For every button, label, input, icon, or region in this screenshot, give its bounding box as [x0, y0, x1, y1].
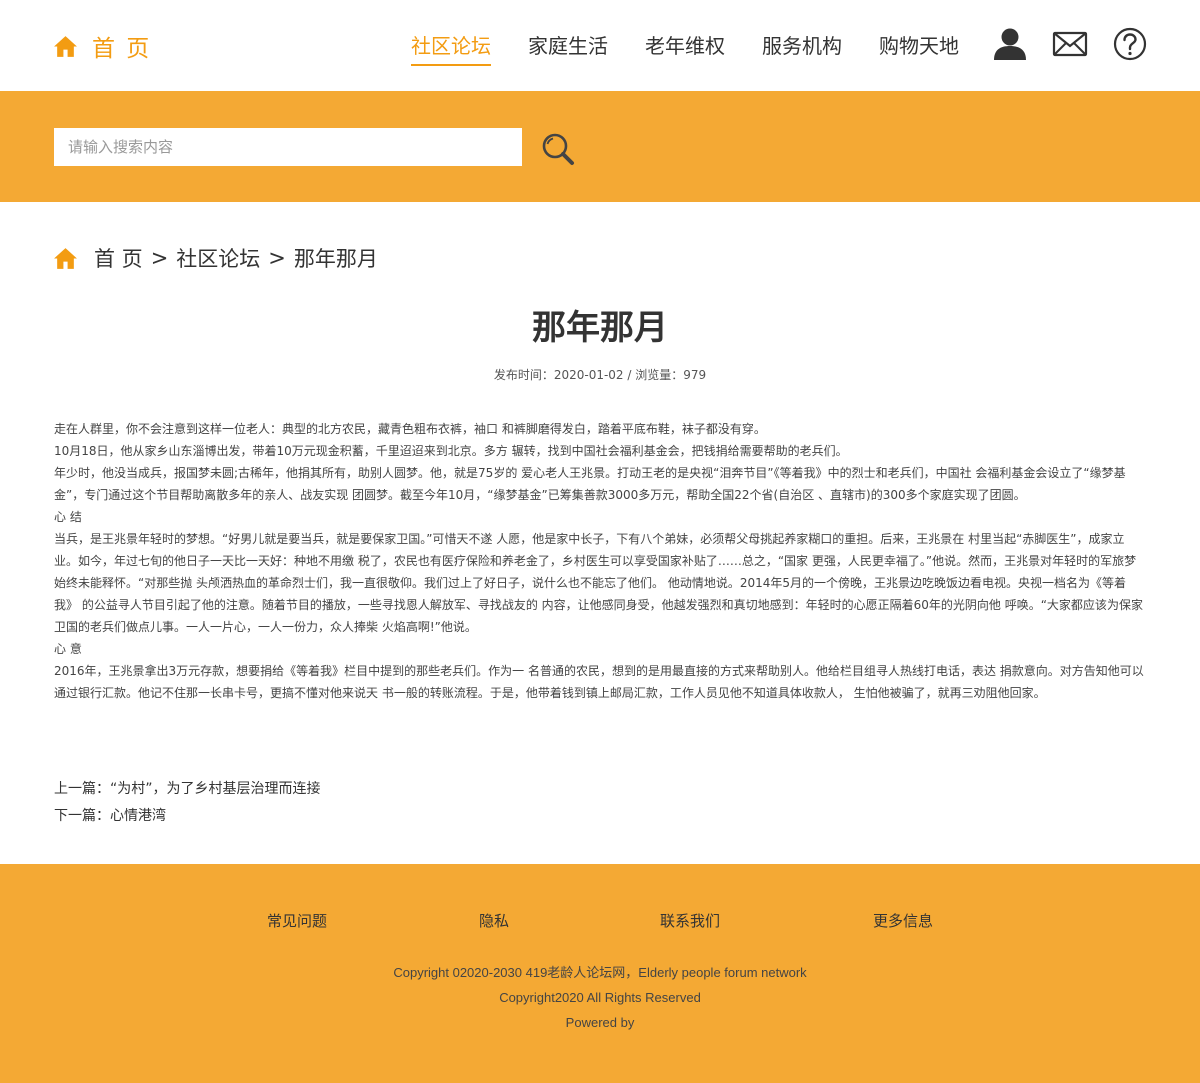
home-icon	[54, 35, 77, 57]
search-input[interactable]	[54, 128, 522, 166]
breadcrumb-separator: >	[268, 246, 286, 270]
footer-links: 常见问题 隐私 联系我们 更多信息	[0, 910, 1200, 934]
nav-item-elderly-rights[interactable]: 老年维权	[645, 30, 725, 66]
nav-item-community-forum[interactable]: 社区论坛	[411, 30, 491, 66]
page-footer: 常见问题 隐私 联系我们 更多信息 Copyright 02020-2030 4…	[0, 864, 1200, 1083]
breadcrumb-current: 那年那月	[293, 247, 378, 271]
copyright-line: Copyright 02020-2030 419老龄人论坛网，Elderly p…	[393, 965, 807, 980]
article-paragraph: 2016年，王兆景拿出3万元存款，想要捐给《等着我》栏目中提到的那些老兵们。作为…	[54, 664, 1144, 700]
article-body: 走在人群里，你不会注意到这样一位老人：典型的北方农民，藏青色粗布衣裤，袖口 和裤…	[54, 418, 1148, 704]
article-paragraph: 当兵，是王兆景年轻时的梦想。“好男儿就是要当兵，就是要保家卫国。”可惜天不遂 人…	[54, 532, 1143, 634]
copyright-line: Copyright2020 All Rights Reserved	[499, 990, 701, 1005]
mail-icon[interactable]	[1052, 26, 1088, 62]
footer-link-privacy[interactable]: 隐私	[434, 910, 554, 931]
footer-link-more-info[interactable]: 更多信息	[843, 910, 963, 931]
nav-item-service-agencies[interactable]: 服务机构	[762, 30, 842, 66]
article-paragraph: 10月18日，他从家乡山东淄博出发，带着10万元现金积蓄，千里迢迢来到北京。多方…	[54, 444, 848, 458]
article-subheading: 心 结	[54, 510, 82, 524]
powered-by: Powered by	[565, 1015, 635, 1030]
breadcrumb-separator: >	[150, 246, 169, 270]
article-title: 那年那月	[532, 308, 668, 348]
home-icon	[54, 247, 77, 269]
prev-article-link[interactable]: 上一篇：“为村”，为了乡村基层治理而连接	[54, 776, 321, 803]
breadcrumb: 首 页 > 社区论坛 > 那年那月	[53, 243, 378, 273]
header-icons	[992, 26, 1148, 62]
search-bar-band	[0, 91, 1200, 202]
footer-copyright: Copyright 02020-2030 419老龄人论坛网，Elderly p…	[0, 960, 1200, 1035]
nav-item-shopping[interactable]: 购物天地	[879, 30, 959, 66]
home-brand-label: 首 页	[92, 36, 152, 62]
breadcrumb-home[interactable]: 首 页	[94, 243, 143, 273]
user-icon[interactable]	[992, 26, 1028, 62]
article-meta: 发布时间：2020-01-02 / 浏览量：979	[493, 368, 707, 382]
home-brand-link[interactable]: 首 页	[53, 30, 151, 62]
footer-link-faq[interactable]: 常见问题	[237, 910, 357, 931]
article-paragraph: 年少时，他没当成兵，报国梦未圆;古稀年，他捐其所有，助别人圆梦。他，就是75岁的…	[54, 466, 1126, 502]
help-icon[interactable]	[1112, 26, 1148, 62]
breadcrumb-section[interactable]: 社区论坛	[176, 243, 260, 273]
nav-item-family-life[interactable]: 家庭生活	[528, 30, 608, 66]
footer-link-contact[interactable]: 联系我们	[630, 910, 750, 931]
article-subheading: 心 意	[54, 642, 82, 656]
article-paragraph: 走在人群里，你不会注意到这样一位老人：典型的北方农民，藏青色粗布衣裤，袖口 和裤…	[54, 422, 766, 436]
top-header: 首 页 社区论坛 家庭生活 老年维权 服务机构 购物天地	[0, 0, 1200, 91]
next-article-link[interactable]: 下一篇：心情港湾	[54, 803, 321, 830]
prev-next-nav: 上一篇：“为村”，为了乡村基层治理而连接 下一篇：心情港湾	[54, 776, 321, 830]
search-icon[interactable]	[540, 131, 576, 167]
main-nav: 社区论坛 家庭生活 老年维权 服务机构 购物天地	[411, 30, 996, 66]
